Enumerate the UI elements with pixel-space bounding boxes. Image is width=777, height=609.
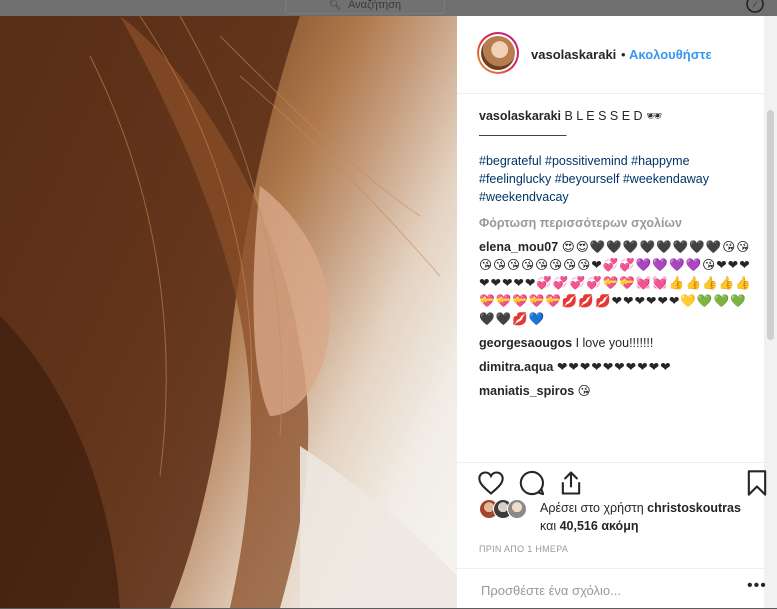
hashtag-line[interactable]: #begrateful #possitivemind #happyme — [479, 152, 754, 170]
avatar-image — [481, 36, 515, 70]
comments-list[interactable]: vasolaskaraki B L E S S E D 🕶 ——————— #b… — [479, 107, 754, 462]
bookmark-icon[interactable] — [743, 469, 771, 497]
likes-line-2: και 40,516 ακόμη — [540, 519, 638, 533]
likes-count[interactable]: 40,516 — [560, 519, 598, 533]
comment-item: georgesaougos I love you!!!!!!! — [479, 334, 754, 352]
comment-item: dimitra.aqua ❤❤❤❤❤❤❤❤❤❤ — [479, 358, 754, 376]
comment-text: ❤❤❤❤❤❤❤❤❤❤ — [556, 359, 672, 374]
caption: vasolaskaraki B L E S S E D 🕶 — [479, 107, 754, 125]
post-side-panel: vasolaskaraki • Ακολουθήστε vasolaskarak… — [457, 16, 777, 608]
load-more-comments[interactable]: Φόρτωση περισσότερων σχολίων — [479, 214, 754, 232]
hair-illustration — [0, 16, 457, 608]
likes-line-1: Αρέσει στο χρήστη christoskoutras — [540, 501, 741, 515]
hashtag-line[interactable]: #weekendvacay — [479, 188, 754, 206]
caption-text: B L E S S E D 🕶 — [564, 109, 662, 123]
comment-username[interactable]: elena_mou07 — [479, 240, 558, 254]
share-icon[interactable] — [557, 469, 585, 497]
post-photo[interactable] — [0, 16, 457, 608]
background-navbar: 🔍︎ Αναζήτηση — [0, 0, 777, 16]
comment-item: maniatis_spiros 😘 — [479, 382, 754, 400]
likes-suffix[interactable]: ακόμη — [601, 519, 638, 533]
caption-line: ——————— — [479, 128, 567, 142]
comment-text: I love you!!!!!!! — [575, 336, 654, 350]
liker-avatars[interactable] — [479, 499, 535, 519]
background-search-box: 🔍︎ Αναζήτηση — [285, 0, 445, 14]
comment-item: elena_mou07 😍😍🖤🖤🖤🖤🖤🖤🖤🖤😘😘😘😘😘😘😘😘😘😘❤💞💞💜💜💜💜😘… — [479, 238, 754, 328]
post-header: vasolaskaraki • Ακολουθήστε — [457, 16, 767, 94]
author-username[interactable]: vasolaskaraki — [531, 47, 616, 62]
post-timestamp[interactable]: ΠΡΙΝ ΑΠΟ 1 ΗΜΕΡΑ — [479, 544, 568, 554]
scrollbar-thumb[interactable] — [767, 110, 774, 340]
caption-username[interactable]: vasolaskaraki — [479, 109, 561, 123]
avatar-ring-gap — [479, 34, 517, 72]
hashtag-line[interactable]: #feelinglucky #beyourself #weekendaway — [479, 170, 754, 188]
search-icon: 🔍︎ — [328, 0, 342, 11]
comment-username[interactable]: maniatis_spiros — [479, 384, 574, 398]
heart-icon[interactable] — [477, 469, 505, 497]
hashtags: #begrateful #possitivemind #happyme #fee… — [479, 152, 754, 206]
post-actions-bar — [457, 462, 767, 503]
scrollbar[interactable] — [764, 16, 777, 608]
likes-user[interactable]: christoskoutras — [647, 501, 741, 515]
header-separator: • — [621, 47, 626, 62]
likes-prefix: Αρέσει στο χρήστη — [540, 501, 644, 515]
comment-input[interactable] — [479, 580, 723, 600]
add-comment-section: ••• — [457, 568, 767, 609]
follow-button[interactable]: Ακολουθήστε — [629, 47, 712, 62]
comment-username[interactable]: dimitra.aqua — [479, 360, 553, 374]
comment-username[interactable]: georgesaougos — [479, 336, 572, 350]
avatar — [507, 499, 527, 519]
comment-text: 😘 — [577, 383, 592, 398]
more-icon[interactable]: ••• — [747, 577, 767, 595]
compass-icon — [745, 0, 765, 14]
author-avatar[interactable] — [477, 32, 519, 74]
background-search-placeholder: Αναζήτηση — [348, 0, 402, 11]
comment-icon[interactable] — [518, 469, 546, 497]
likes-and: και — [540, 519, 557, 533]
